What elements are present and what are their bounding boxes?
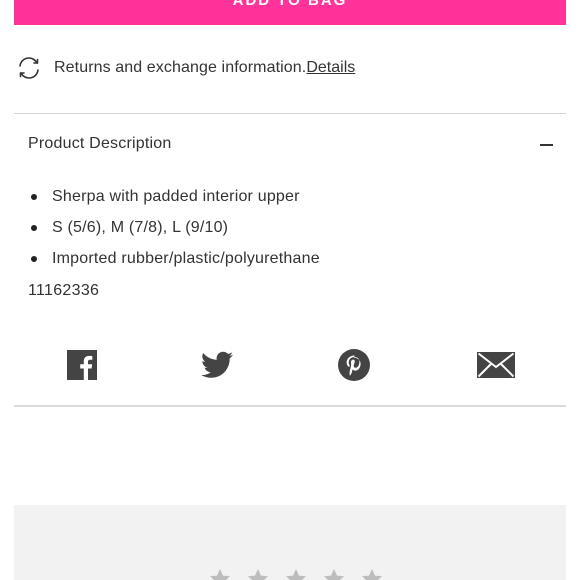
- bullet-dot-icon: [31, 255, 37, 262]
- list-item: Imported rubber/plastic/polyurethane: [28, 243, 320, 274]
- product-description-list: Sherpa with padded interior upper S (5/6…: [28, 181, 320, 274]
- list-item-text: Imported rubber/plastic/polyurethane: [52, 249, 320, 267]
- bullet-dot-icon: [31, 224, 37, 231]
- star-icon: [209, 568, 231, 580]
- reviews-panel: [14, 505, 566, 580]
- pinterest-icon[interactable]: [337, 348, 371, 382]
- star-icon: [285, 568, 307, 580]
- star-icon: [323, 568, 345, 580]
- minus-icon: [540, 137, 554, 151]
- returns-text: Returns and exchange information.: [54, 59, 307, 76]
- list-item-text: Sherpa with padded interior upper: [52, 187, 300, 205]
- returns-info-row: Returns and exchange information. Details: [14, 52, 355, 84]
- list-item: Sherpa with padded interior upper: [28, 181, 320, 212]
- rating-stars: [209, 568, 383, 580]
- product-sku: 11162336: [28, 282, 100, 299]
- divider: [14, 113, 566, 114]
- bullet-dot-icon: [31, 193, 37, 200]
- add-to-bag-button[interactable]: ADD TO BAG: [14, 0, 566, 25]
- product-description-toggle[interactable]: Product Description: [14, 130, 566, 158]
- email-icon[interactable]: [476, 348, 516, 382]
- list-item-text: S (5/6), M (7/8), L (9/10): [52, 218, 229, 236]
- add-to-bag-label: ADD TO BAG: [232, 0, 348, 9]
- divider: [14, 405, 566, 407]
- product-description-title: Product Description: [28, 135, 172, 152]
- refresh-icon: [14, 53, 44, 83]
- facebook-icon[interactable]: [65, 348, 99, 382]
- returns-details-link[interactable]: Details: [306, 59, 355, 77]
- list-item: S (5/6), M (7/8), L (9/10): [28, 212, 320, 243]
- star-icon: [361, 568, 383, 580]
- star-icon: [247, 568, 269, 580]
- twitter-icon[interactable]: [200, 348, 234, 382]
